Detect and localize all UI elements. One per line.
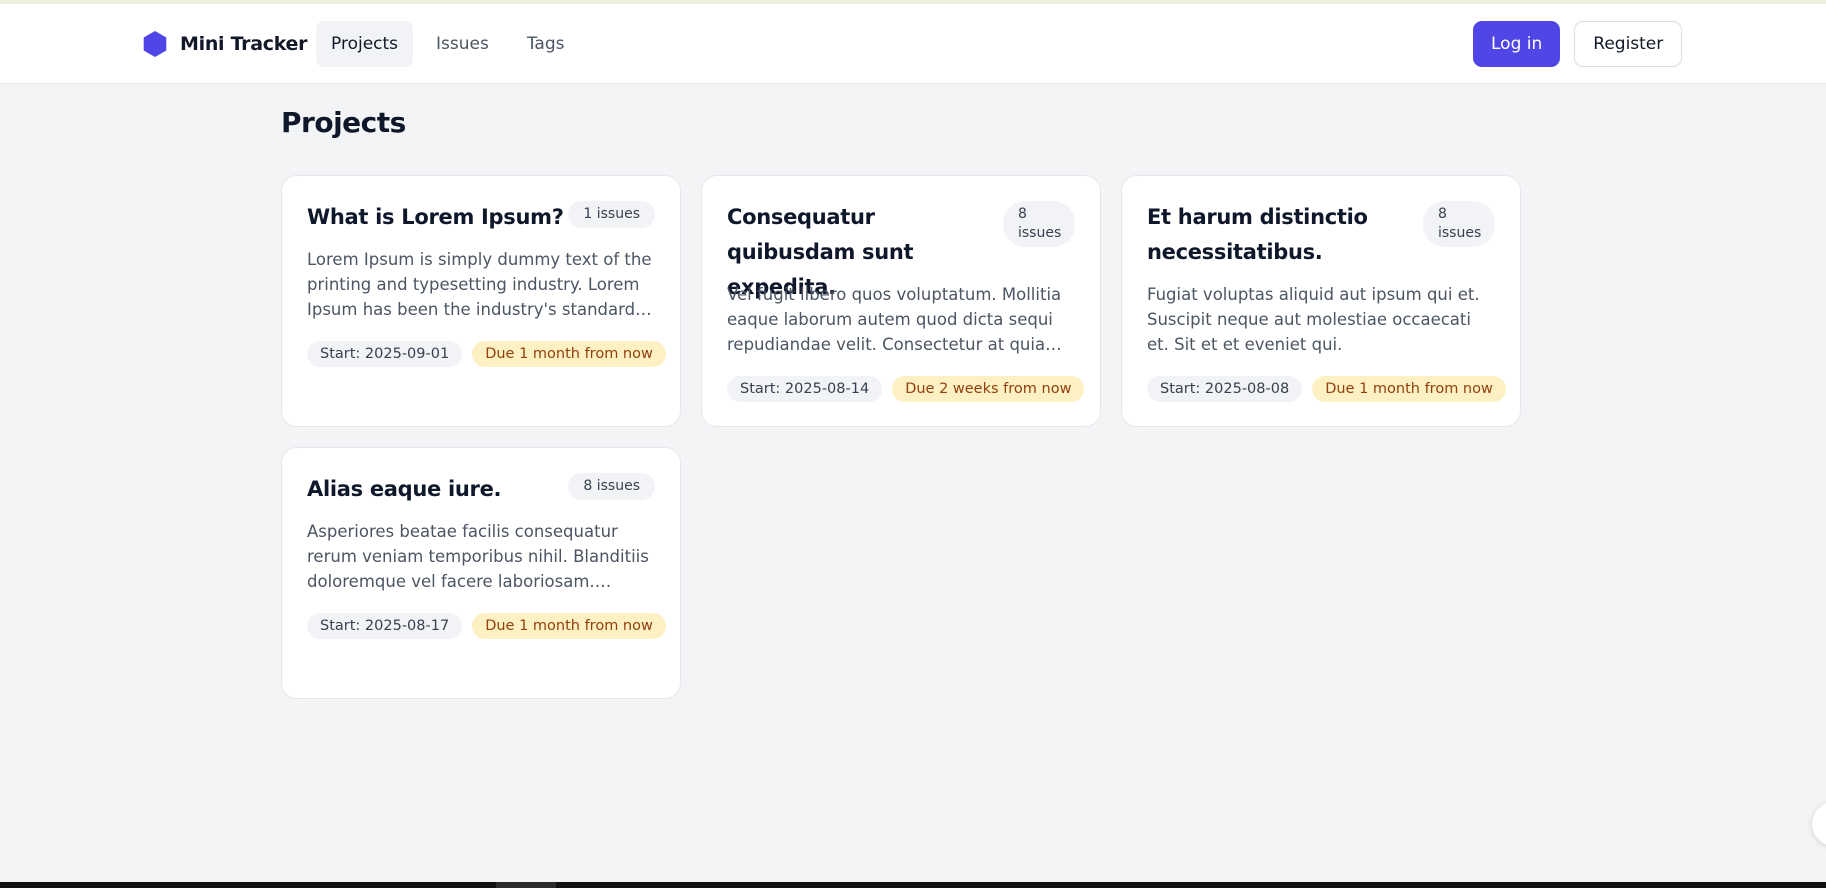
project-meta: Start: 2025-08-14 Due 2 weeks from now	[727, 376, 1085, 402]
due-badge: Due 1 month from now	[472, 613, 666, 639]
project-meta: Start: 2025-08-17 Due 1 month from now	[307, 613, 666, 639]
nav-issues[interactable]: Issues	[421, 21, 504, 67]
project-meta: Start: 2025-08-08 Due 1 month from now	[1147, 376, 1506, 402]
project-title: What is Lorem Ipsum?	[307, 205, 564, 229]
project-title: Et harum distinctio necessitatibus.	[1147, 205, 1368, 264]
brand[interactable]: Mini Tracker	[142, 30, 307, 58]
issue-count-badge: 1 issues	[568, 201, 655, 228]
project-meta: Start: 2025-09-01 Due 1 month from now	[307, 341, 666, 367]
project-description: Lorem Ipsum is simply dummy text of the …	[307, 250, 652, 319]
floating-action-button[interactable]	[1812, 802, 1826, 846]
issue-count-badge: 8 issues	[1423, 201, 1495, 247]
auth-actions: Log in Register	[1473, 21, 1683, 67]
taskbar-item[interactable]	[496, 882, 556, 888]
page-title: Projects	[281, 106, 406, 139]
project-description: Asperiores beatae facilis consequatur re…	[307, 522, 649, 591]
main-nav: Projects Issues Tags	[316, 21, 588, 67]
project-description: Fugiat voluptas aliquid aut ipsum qui et…	[1147, 285, 1480, 354]
issue-count-badge: 8 issues	[568, 473, 655, 500]
start-date-badge: Start: 2025-09-01	[307, 341, 463, 367]
project-card[interactable]: What is Lorem Ipsum? 1 issues Lorem Ipsu…	[281, 175, 681, 427]
project-card[interactable]: Consequatur quibusdam sunt expedita. 8 i…	[701, 175, 1101, 427]
issue-count-badge: 8 issues	[1003, 201, 1075, 247]
app-name: Mini Tracker	[180, 33, 308, 55]
project-title: Alias eaque iure.	[307, 477, 502, 501]
project-description: Vel fugit libero quos voluptatum. Mollit…	[727, 285, 1062, 354]
due-badge: Due 1 month from now	[1312, 376, 1506, 402]
project-card[interactable]: Alias eaque iure. 8 issues Asperiores be…	[281, 447, 681, 699]
hexagon-icon	[143, 31, 167, 57]
project-card[interactable]: Et harum distinctio necessitatibus. 8 is…	[1121, 175, 1521, 427]
taskbar	[0, 882, 1826, 888]
top-navbar: Mini Tracker Projects Issues Tags Log in…	[0, 4, 1826, 84]
start-date-badge: Start: 2025-08-08	[1147, 376, 1303, 402]
nav-projects[interactable]: Projects	[316, 21, 414, 67]
start-date-badge: Start: 2025-08-14	[727, 376, 883, 402]
login-button[interactable]: Log in	[1473, 21, 1561, 67]
start-date-badge: Start: 2025-08-17	[307, 613, 463, 639]
register-button[interactable]: Register	[1574, 21, 1683, 67]
due-badge: Due 1 month from now	[472, 341, 666, 367]
due-badge: Due 2 weeks from now	[892, 376, 1085, 402]
nav-tags[interactable]: Tags	[512, 21, 580, 67]
